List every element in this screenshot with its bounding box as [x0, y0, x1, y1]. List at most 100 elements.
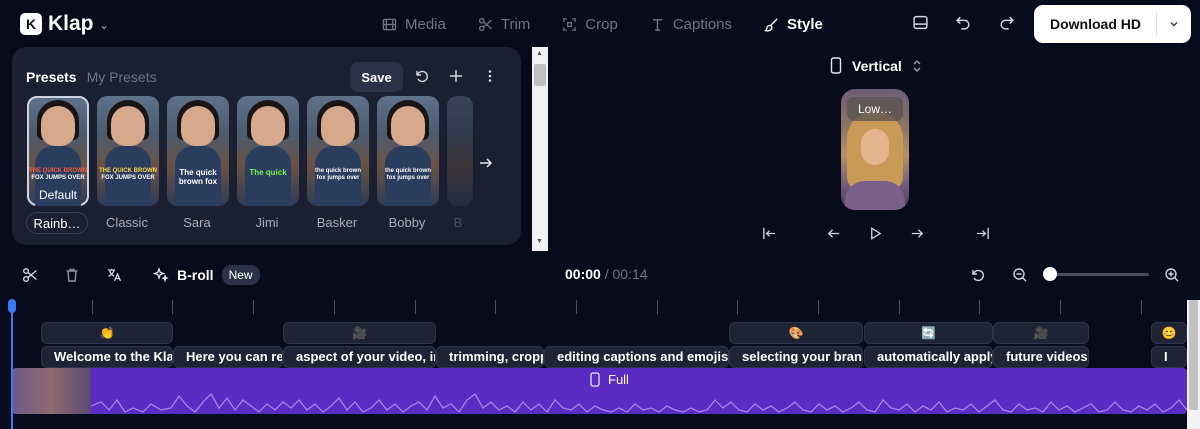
- caption-clip[interactable]: I: [1151, 346, 1187, 368]
- layout-toggle-icon[interactable]: [912, 14, 929, 31]
- more-options-icon[interactable]: [482, 68, 498, 84]
- ruler-tick: [899, 300, 900, 314]
- reset-icon[interactable]: [414, 68, 430, 84]
- tab-my-presets[interactable]: My Presets: [87, 69, 157, 85]
- crop-icon: [563, 17, 577, 31]
- scrollbar-thumb[interactable]: [534, 64, 546, 86]
- aspect-ratio-selector[interactable]: Vertical: [830, 57, 922, 74]
- total-time: 00:14: [612, 266, 648, 282]
- preset-caption-sample: the quick brown fox jumps over: [309, 168, 367, 182]
- tab-presets[interactable]: Presets: [26, 69, 77, 85]
- redo-icon[interactable]: [998, 14, 1015, 31]
- caption-clip[interactable]: trimming, cropp: [436, 346, 544, 368]
- preset-caption-sample: THE QUICK BROWN FOX JUMPS OVER: [99, 168, 157, 182]
- ruler-tick: [495, 300, 496, 314]
- caption-line: The quick: [249, 168, 287, 177]
- preset-name[interactable]: Sara: [166, 212, 228, 234]
- track-thumbnail: [12, 368, 91, 414]
- preset-name[interactable]: Classic: [96, 212, 158, 234]
- thumbnail-face: [391, 106, 425, 146]
- emoji-clip[interactable]: 🔄: [864, 322, 993, 344]
- skip-to-end-icon[interactable]: [975, 226, 990, 241]
- chevron-down-icon: ⌄: [99, 19, 109, 32]
- preset-card-sara[interactable]: The quick brown fox: [167, 96, 229, 206]
- thumbnail-face: [321, 106, 355, 146]
- preset-card-rainbow[interactable]: THE QUICK BROWN FOX JUMPS OVER Default: [27, 96, 89, 206]
- thumbnail-face: [181, 106, 215, 146]
- arrow-left-icon[interactable]: [826, 226, 841, 241]
- translate-icon[interactable]: [106, 267, 122, 283]
- playhead[interactable]: [11, 302, 13, 429]
- tab-media[interactable]: Media: [382, 14, 446, 34]
- tab-style[interactable]: Style: [764, 14, 823, 34]
- zoom-slider-track[interactable]: [1046, 273, 1149, 276]
- scrollbar-thumb[interactable]: [1189, 300, 1198, 410]
- video-track[interactable]: Full: [12, 368, 1187, 414]
- ruler-tick: [92, 300, 93, 314]
- emoji-clip[interactable]: 🎥: [283, 322, 436, 344]
- ruler-tick: [979, 300, 980, 314]
- caption-clip[interactable]: selecting your brand: [729, 346, 863, 368]
- tab-crop[interactable]: Crop: [562, 14, 618, 34]
- preset-card-classic[interactable]: THE QUICK BROWN FOX JUMPS OVER: [97, 96, 159, 206]
- presets-panel: Presets My Presets Save THE QUICK BROWN F…: [12, 47, 521, 245]
- zoom-slider-handle[interactable]: [1043, 267, 1057, 281]
- emoji-clip[interactable]: 😊: [1151, 322, 1187, 344]
- skip-to-start-icon[interactable]: [762, 226, 777, 241]
- caption-clip[interactable]: Welcome to the Klap: [41, 346, 173, 368]
- add-icon[interactable]: [448, 68, 464, 84]
- ruler-tick: [576, 300, 577, 314]
- preset-name[interactable]: Bobby: [376, 212, 438, 234]
- panel-scrollbar[interactable]: ▲ ▼: [532, 47, 548, 251]
- reset-icon[interactable]: [970, 267, 986, 283]
- caption-line: FOX JUMPS OVER: [31, 175, 85, 181]
- preset-caption-sample: THE QUICK BROWN FOX JUMPS OVER: [29, 168, 87, 182]
- caption-clip[interactable]: Here you can refi: [173, 346, 283, 368]
- scroll-up-arrow[interactable]: ▲: [536, 50, 543, 57]
- tab-captions[interactable]: Captions: [650, 14, 732, 34]
- caption-clip[interactable]: automatically apply: [864, 346, 993, 368]
- play-icon[interactable]: [868, 226, 883, 241]
- preset-card-partial[interactable]: [447, 96, 473, 206]
- playhead-handle[interactable]: [8, 299, 16, 313]
- preset-card-jimi[interactable]: The quick: [237, 96, 299, 206]
- phone-icon: [830, 57, 842, 74]
- caption-clip[interactable]: future videos c: [993, 346, 1089, 368]
- caption-line: The quick: [179, 168, 217, 177]
- tab-trim[interactable]: Trim: [478, 14, 530, 34]
- chevron-updown-icon: [913, 59, 921, 72]
- trash-icon[interactable]: [64, 267, 80, 283]
- emoji-clip[interactable]: 👏: [41, 322, 173, 344]
- save-preset-button[interactable]: Save: [350, 62, 403, 92]
- preset-card-bobby[interactable]: the quick brown fox jumps over: [377, 96, 439, 206]
- caption-line: fox jumps over: [386, 175, 430, 181]
- preset-card-basker[interactable]: the quick brown fox jumps over: [307, 96, 369, 206]
- sparkles-icon: [153, 267, 169, 283]
- arrow-right-icon[interactable]: [910, 226, 925, 241]
- ruler-tick: [253, 300, 254, 314]
- ruler-tick: [737, 300, 738, 314]
- undo-icon[interactable]: [955, 14, 972, 31]
- aspect-ratio-label: Vertical: [852, 57, 902, 74]
- download-options-chevron[interactable]: [1157, 18, 1191, 30]
- preset-name[interactable]: Rainb…: [26, 212, 88, 234]
- scissors-icon[interactable]: [22, 267, 38, 283]
- emoji-clip[interactable]: 🎨: [729, 322, 863, 344]
- caption-clip[interactable]: aspect of your video, inc: [283, 346, 436, 368]
- caption-clip[interactable]: editing captions and emojis, c: [544, 346, 729, 368]
- broll-label: B-roll: [177, 267, 214, 283]
- preset-name[interactable]: B: [446, 212, 470, 234]
- preset-name[interactable]: Basker: [306, 212, 368, 234]
- scroll-down-arrow[interactable]: ▼: [536, 238, 543, 245]
- zoom-in-icon[interactable]: [1164, 267, 1180, 283]
- preset-caption-sample: The quick brown fox: [169, 168, 227, 186]
- emoji-clip[interactable]: 🎥: [993, 322, 1089, 344]
- video-preview[interactable]: Low…: [841, 89, 909, 210]
- broll-feature[interactable]: B-roll New: [153, 265, 260, 285]
- preset-name[interactable]: Jimi: [236, 212, 298, 234]
- download-hd-button[interactable]: Download HD: [1034, 5, 1191, 43]
- arrow-right-icon[interactable]: [478, 155, 494, 171]
- timeline-scrollbar[interactable]: [1187, 300, 1200, 429]
- zoom-out-icon[interactable]: [1012, 267, 1028, 283]
- app-logo[interactable]: K Klap ⌄: [20, 12, 109, 36]
